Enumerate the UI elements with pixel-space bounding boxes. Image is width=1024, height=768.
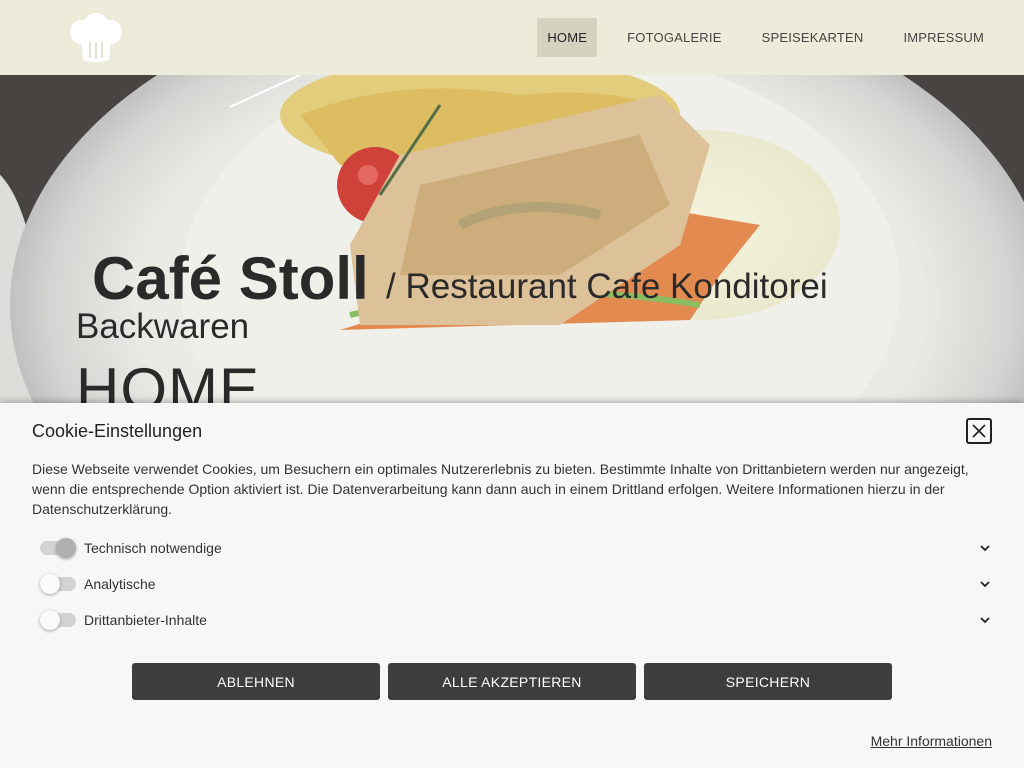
close-button[interactable] — [966, 418, 992, 444]
chevron-down-icon[interactable] — [978, 541, 992, 555]
cookie-option-necessary: Technisch notwendige — [40, 537, 992, 559]
chevron-down-icon[interactable] — [978, 613, 992, 627]
save-button[interactable]: SPEICHERN — [644, 663, 892, 700]
cookie-title: Cookie-Einstellungen — [32, 421, 203, 441]
toggle-analytics[interactable] — [40, 574, 76, 594]
more-info-link[interactable]: Mehr Informationen — [871, 733, 992, 749]
nav-item-speisekarten[interactable]: SPEISEKARTEN — [752, 18, 874, 57]
cookie-option-third-party: Drittanbieter-Inhalte — [40, 609, 992, 631]
accept-all-button[interactable]: ALLE AKZEPTIEREN — [388, 663, 636, 700]
hero-banner: Café Stoll / Restaurant Cafe Konditorei … — [0, 75, 1024, 405]
toggle-necessary[interactable] — [40, 538, 76, 558]
page-title: HOME — [76, 356, 260, 405]
toggle-third-party[interactable] — [40, 610, 76, 630]
site-subtitle-line2: Backwaren — [76, 307, 250, 346]
site-subtitle: / Restaurant Cafe Konditorei — [386, 267, 828, 306]
option-label: Technisch notwendige — [84, 540, 222, 556]
option-label: Analytische — [84, 576, 156, 592]
option-label: Drittanbieter-Inhalte — [84, 612, 207, 628]
close-icon — [972, 424, 986, 438]
cookie-description: Diese Webseite verwendet Cookies, um Bes… — [32, 461, 969, 517]
nav-item-impressum[interactable]: IMPRESSUM — [893, 18, 994, 57]
cookie-option-analytics: Analytische — [40, 573, 992, 595]
decline-button[interactable]: ABLEHNEN — [132, 663, 380, 700]
nav-item-fotogalerie[interactable]: FOTOGALERIE — [617, 18, 731, 57]
site-title: Café Stoll — [92, 245, 369, 312]
cookie-banner: Cookie-Einstellungen Diese Webseite verw… — [0, 403, 1024, 768]
main-nav: HOME FOTOGALERIE SPEISEKARTEN IMPRESSUM — [517, 18, 994, 57]
chef-hat-icon[interactable] — [68, 12, 124, 64]
site-header: HOME FOTOGALERIE SPEISEKARTEN IMPRESSUM — [0, 0, 1024, 75]
nav-item-home[interactable]: HOME — [537, 18, 598, 57]
chevron-down-icon[interactable] — [978, 577, 992, 591]
